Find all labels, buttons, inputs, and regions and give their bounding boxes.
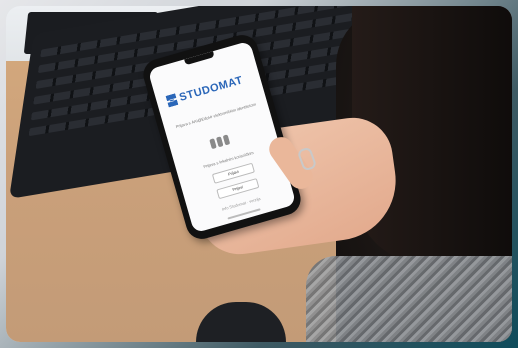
logo-icon xyxy=(166,93,179,107)
photo: STUDOMAT Prijava s AAI@EduHr elektroničk… xyxy=(6,6,512,342)
photo-frame: STUDOMAT Prijava s AAI@EduHr elektroničk… xyxy=(0,0,518,348)
studomat-logo: STUDOMAT xyxy=(166,74,245,107)
logo-text: STUDOMAT xyxy=(178,74,245,104)
phone-notch xyxy=(184,51,215,66)
login-prompt-aai: Prijava s AAI@EduHr elektroničkim identi… xyxy=(175,101,257,130)
sweater xyxy=(306,256,512,342)
home-indicator xyxy=(227,208,261,220)
aai-logo-icon xyxy=(209,134,231,150)
